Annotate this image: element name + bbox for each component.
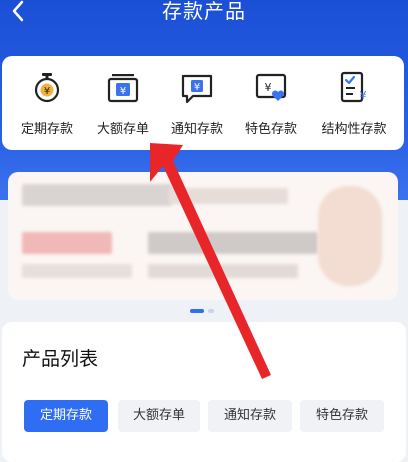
svg-text:¥: ¥ xyxy=(360,89,367,102)
category-structured-deposit[interactable]: ¥ 结构性存款 xyxy=(312,56,396,150)
svg-text:¥: ¥ xyxy=(120,86,126,97)
svg-text:¥: ¥ xyxy=(265,81,272,94)
svg-text:¥: ¥ xyxy=(194,82,200,93)
yen-document-icon: ¥ xyxy=(340,71,367,103)
blurred-text xyxy=(22,264,132,278)
pager-dot-active xyxy=(190,309,204,313)
product-list-title: 产品列表 xyxy=(22,348,99,370)
category-notice-deposit[interactable]: ¥ 通知存款 xyxy=(162,56,232,150)
stopwatch-icon: ¥ xyxy=(34,73,60,103)
tab-fixed-deposit[interactable]: 定期存款 xyxy=(24,400,108,432)
tab-notice-deposit[interactable]: 通知存款 xyxy=(208,400,292,432)
yen-certificate-icon: ¥ xyxy=(107,74,139,103)
category-special-deposit[interactable]: ¥ 特色存款 xyxy=(236,56,306,150)
promo-banner[interactable] xyxy=(8,172,398,300)
blurred-text xyxy=(168,188,288,204)
blurred-image xyxy=(318,186,382,286)
product-list-card: 产品列表 定期存款 大额存单 通知存款 特色存款 xyxy=(2,322,406,462)
tab-special-deposit[interactable]: 特色存款 xyxy=(300,400,384,432)
category-card: ¥ 定期存款 ¥ 大额存单 ¥ 通知存款 ¥ 特色存款 ¥ 结构性存款 xyxy=(2,56,404,150)
tab-large-certificate[interactable]: 大额存单 xyxy=(118,400,200,432)
category-large-certificate[interactable]: ¥ 大额存单 xyxy=(88,56,158,150)
blurred-text xyxy=(148,264,298,278)
blurred-text xyxy=(22,184,172,206)
yen-message-icon: ¥ xyxy=(181,74,213,104)
svg-text:¥: ¥ xyxy=(44,86,50,97)
page-title: 存款产品 xyxy=(162,0,246,23)
pager-dot xyxy=(208,309,214,313)
category-fixed-deposit[interactable]: ¥ 定期存款 xyxy=(12,56,82,150)
blurred-highlight xyxy=(22,232,112,254)
yen-heart-card-icon: ¥ xyxy=(255,73,287,101)
blurred-text xyxy=(148,232,318,254)
